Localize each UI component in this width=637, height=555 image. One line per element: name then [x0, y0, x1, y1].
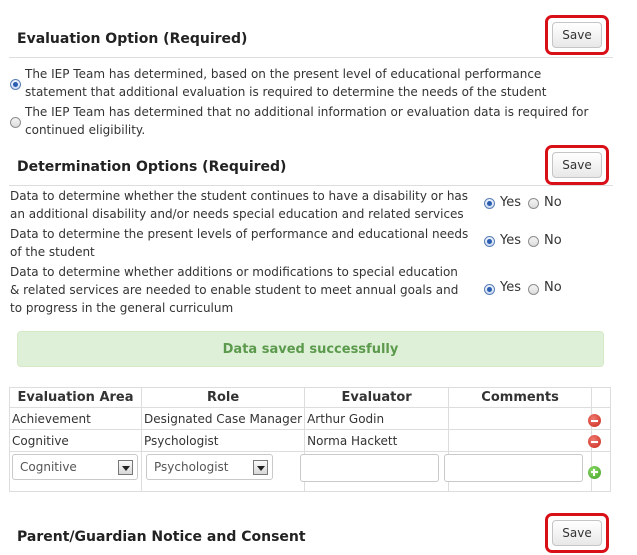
success-alert: Data saved successfully [17, 331, 604, 367]
determination-save-highlight: Save [545, 145, 609, 185]
evaluation-area-select-value: Cognitive [20, 460, 77, 474]
remove-row-icon[interactable] [588, 435, 601, 448]
no-label: No [544, 280, 562, 295]
evaluator-input[interactable] [300, 454, 439, 482]
cell-comments [448, 407, 593, 430]
evaluation-option-not-required-label: The IEP Team has determined that no addi… [25, 105, 589, 137]
cell-comments [448, 429, 593, 452]
yes-label: Yes [500, 233, 521, 248]
table-header-row: Evaluation Area Role Evaluator Comments [9, 387, 612, 408]
determination-1-no-radio[interactable] [528, 198, 539, 209]
add-row-icon[interactable] [588, 466, 601, 479]
determination-question-1: Data to determine whether the student co… [10, 189, 469, 221]
remove-row-icon[interactable] [588, 414, 601, 427]
cell-role: Designated Case Manager [140, 407, 306, 430]
header-comments: Comments [448, 387, 593, 408]
parent-notice-title: Parent/Guardian Notice and Consent [17, 529, 306, 545]
no-label: No [544, 195, 562, 210]
determination-options-title: Determination Options (Required) [17, 159, 287, 175]
chevron-down-icon [253, 460, 268, 475]
chevron-down-icon [118, 460, 133, 475]
cell-area: Cognitive [9, 429, 142, 452]
evaluation-option-title: Evaluation Option (Required) [17, 31, 248, 47]
table-row: Cognitive Psychologist Norma Hackett [9, 429, 612, 452]
divider [9, 185, 613, 186]
determination-1-yes-radio[interactable] [484, 198, 495, 209]
determination-question-2: Data to determine the present levels of … [10, 227, 469, 259]
determination-save-button[interactable]: Save [552, 152, 602, 178]
parent-notice-save-button[interactable]: Save [552, 520, 602, 546]
parent-notice-save-highlight: Save [545, 513, 609, 553]
determination-3-no-radio[interactable] [528, 284, 539, 295]
divider [9, 57, 613, 58]
header-actions [591, 387, 612, 408]
determination-question-3: Data to determine whether additions or m… [10, 265, 459, 315]
determination-2-yes-radio[interactable] [484, 236, 495, 247]
cell-role: Psychologist [140, 429, 306, 452]
header-evaluation-area: Evaluation Area [9, 387, 142, 408]
header-evaluator: Evaluator [304, 387, 450, 408]
yes-label: Yes [500, 195, 521, 210]
cell-area: Achievement [9, 407, 142, 430]
evaluation-area-select[interactable]: Cognitive [12, 454, 138, 480]
evaluation-option-not-required-radio[interactable] [10, 117, 21, 128]
determination-3-yes-radio[interactable] [484, 284, 495, 295]
table-row: Achievement Designated Case Manager Arth… [9, 407, 612, 430]
cell-evaluator: Norma Hackett [304, 429, 450, 452]
yes-label: Yes [500, 280, 521, 295]
determination-2-no-radio[interactable] [528, 236, 539, 247]
evaluation-option-required-radio[interactable] [10, 79, 21, 90]
evaluation-option-required-label: The IEP Team has determined, based on th… [25, 67, 547, 99]
no-label: No [544, 233, 562, 248]
header-role: Role [140, 387, 306, 408]
evaluation-save-button[interactable]: Save [552, 22, 602, 48]
role-select[interactable]: Psychologist [146, 454, 273, 480]
cell-evaluator: Arthur Godin [304, 407, 450, 430]
comments-input[interactable] [444, 454, 583, 482]
role-select-value: Psychologist [154, 460, 229, 474]
evaluation-save-highlight: Save [545, 15, 609, 55]
